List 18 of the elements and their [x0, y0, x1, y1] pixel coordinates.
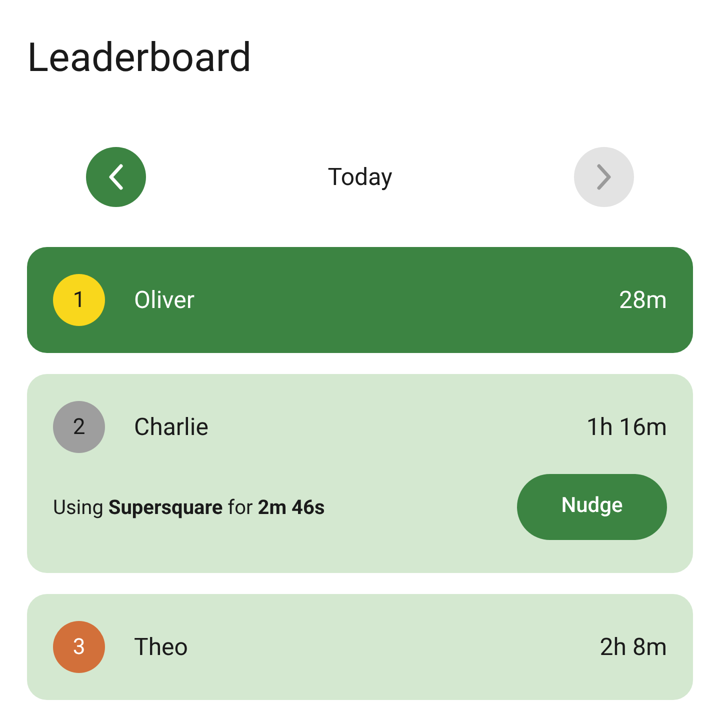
play-time: 2h 8m [600, 632, 667, 663]
activity-text: Using Supersquare for 2m 46s [53, 494, 325, 521]
leaderboard-card[interactable]: 3 Theo 2h 8m [27, 594, 693, 700]
date-label: Today [328, 162, 392, 193]
rank-badge: 3 [53, 621, 105, 673]
leaderboard-card[interactable]: 1 Oliver 28m [27, 247, 693, 353]
chevron-right-icon [596, 163, 612, 191]
rank-badge: 1 [53, 274, 105, 326]
leaderboard-card[interactable]: 2 Charlie 1h 16m Using Supersquare for 2m 46s Nudge [27, 374, 693, 573]
play-time: 1h 16m [586, 412, 667, 443]
player-name: Charlie [134, 412, 208, 443]
nudge-button[interactable]: Nudge [517, 474, 667, 540]
play-time: 28m [618, 285, 667, 316]
chevron-left-icon [108, 163, 124, 191]
page-title: Leaderboard [27, 38, 252, 78]
player-name: Theo [134, 632, 188, 663]
player-name: Oliver [134, 285, 195, 316]
rank-badge: 2 [53, 401, 105, 453]
